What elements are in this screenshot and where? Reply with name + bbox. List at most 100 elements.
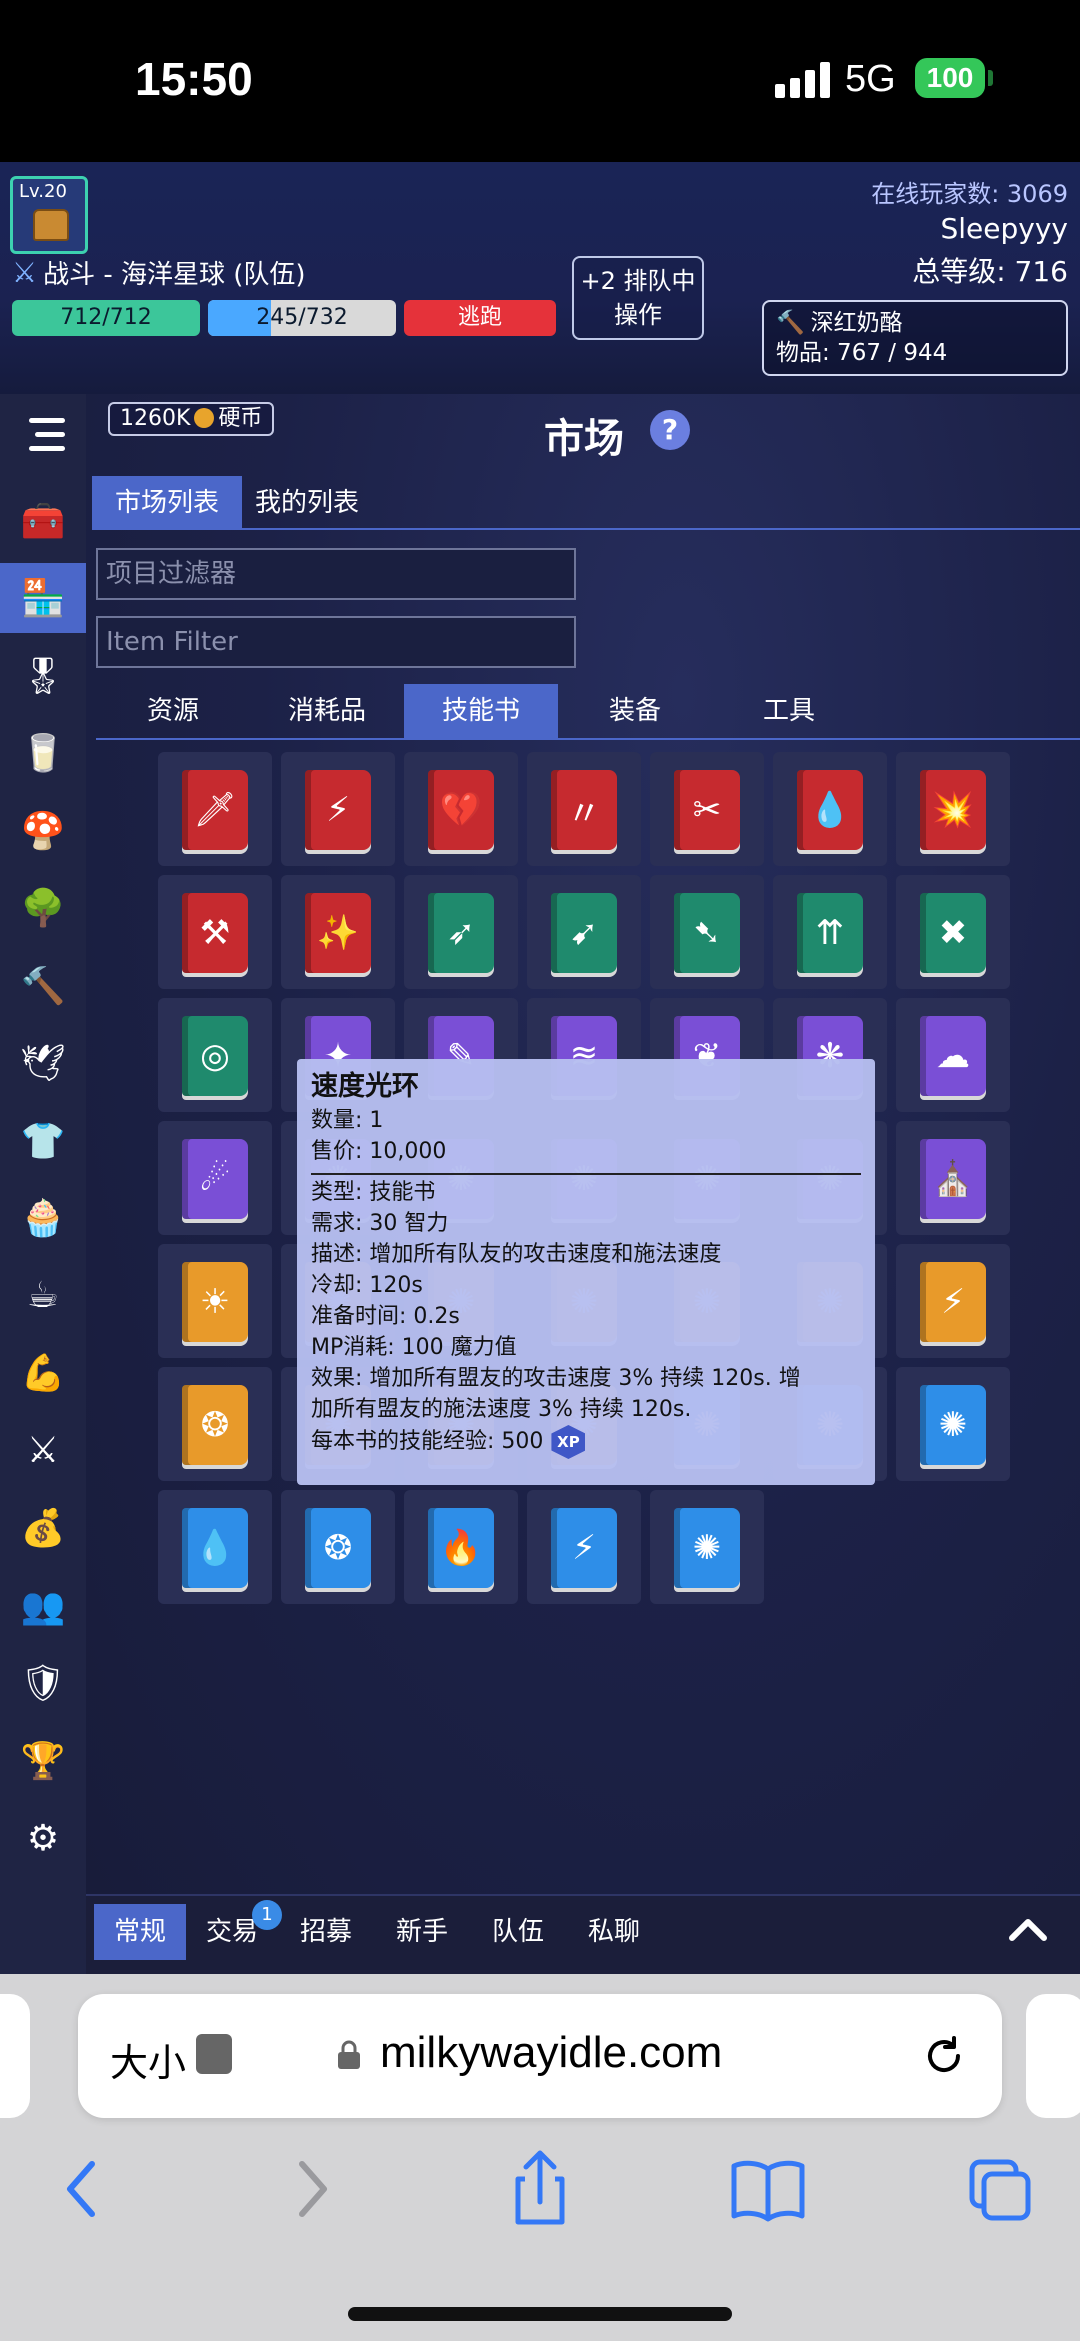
market-item-cell[interactable]: ☀ — [158, 1244, 272, 1358]
url-text[interactable]: milkywayidle.com — [380, 2028, 722, 2078]
arm-icon: 💪 — [20, 1353, 66, 1394]
forward-icon[interactable] — [262, 2134, 362, 2244]
sidebar-item-foraging[interactable]: 🍄 — [0, 796, 86, 866]
ability-book-icon: ⚡ — [551, 1508, 617, 1588]
tab-consumables[interactable]: 消耗品 — [250, 684, 404, 738]
sidebar-item-settings[interactable]: ⚙ — [0, 1803, 86, 1873]
share-icon[interactable] — [490, 2134, 590, 2244]
market-item-cell[interactable]: ✨ — [281, 875, 395, 989]
market-item-cell[interactable]: ☄ — [158, 1121, 272, 1235]
ability-book-icon: 💧 — [797, 770, 863, 850]
character-avatar[interactable]: Lv.20 — [10, 176, 88, 254]
sidebar-item-crafting[interactable]: 🕊 — [0, 1028, 86, 1098]
sidebar-item-tasks[interactable]: 🎖 — [0, 641, 86, 711]
coin-icon — [194, 407, 215, 428]
reload-icon[interactable] — [920, 2032, 968, 2080]
market-item-cell[interactable]: 💥 — [896, 752, 1010, 866]
tabs-icon[interactable] — [950, 2134, 1050, 2244]
chat-tab-general[interactable]: 常规 — [94, 1904, 186, 1960]
current-item-box[interactable]: 🔨 深红奶酪 物品: 767 / 944 — [762, 300, 1068, 376]
help-icon[interactable]: ? — [650, 410, 690, 450]
chevron-up-icon[interactable] — [1006, 1908, 1050, 1952]
sidebar-item-cooking[interactable]: 🧁 — [0, 1183, 86, 1253]
market-item-cell[interactable]: ✺ — [896, 1367, 1010, 1481]
sidebar-item-cheesesmithing[interactable]: 🔨 — [0, 951, 86, 1021]
sidebar-item-inventory[interactable]: 🧰 — [0, 486, 86, 556]
market-item-cell[interactable]: ➹ — [527, 875, 641, 989]
market-item-cell[interactable]: 💔 — [404, 752, 518, 866]
ability-book-icon: ✺ — [674, 1508, 740, 1588]
market-item-cell[interactable]: ✂ — [650, 752, 764, 866]
tab-equipment[interactable]: 装备 — [558, 684, 712, 738]
browser-nav — [0, 2134, 1080, 2274]
flee-button[interactable]: 逃跑 — [404, 300, 556, 336]
hp-bar: 712/712 — [12, 300, 200, 336]
chat-tab-recruit[interactable]: 招募 — [286, 1904, 366, 1960]
market-item-cell[interactable]: ✺ — [650, 1490, 764, 1604]
item-filter-cn[interactable]: 项目过滤器 — [96, 548, 576, 600]
milk-icon: 🥛 — [20, 733, 66, 774]
level-label: Lv.20 — [19, 181, 67, 202]
sidebar-item-social[interactable]: 👥 — [0, 1571, 86, 1641]
chat-tab-beginner[interactable]: 新手 — [382, 1904, 462, 1960]
market-item-cell[interactable]: 💧 — [773, 752, 887, 866]
market-item-cell[interactable]: 💧 — [158, 1490, 272, 1604]
mp-bar: 245/732 — [208, 300, 396, 336]
bookmarks-icon[interactable] — [718, 2134, 818, 2244]
tab-ability-books[interactable]: 技能书 — [404, 684, 558, 738]
ability-book-icon: 💔 — [428, 770, 494, 850]
chat-tabs: 常规 交易 1 招募 新手 队伍 私聊 — [86, 1894, 1080, 1974]
tab-tools[interactable]: 工具 — [712, 684, 866, 738]
next-tab-card[interactable] — [1026, 1994, 1080, 2118]
tea-icon: ☕ — [26, 1275, 60, 1316]
current-action-label: 战斗 - 海洋星球 (队伍) — [43, 260, 306, 290]
queue-button[interactable]: +2 排队中 操作 — [572, 256, 704, 340]
tooltip-effect-2: 加所有盟友的施法速度 3% 持续 120s. — [311, 1397, 692, 1422]
market-item-cell[interactable]: ✖ — [896, 875, 1010, 989]
chat-tab-party[interactable]: 队伍 — [478, 1904, 558, 1960]
sidebar-item-marketplace[interactable]: 🏪 — [0, 563, 86, 633]
market-item-cell[interactable]: ⚒ — [158, 875, 272, 989]
tooltip-type: 类型: 技能书 — [311, 1180, 436, 1205]
sidebar-item-brewing[interactable]: ☕ — [0, 1261, 86, 1331]
market-item-cell[interactable]: ❂ — [158, 1367, 272, 1481]
sidebar-item-shop[interactable]: 💰 — [0, 1493, 86, 1563]
market-item-cell[interactable]: ⇈ — [773, 875, 887, 989]
market-item-cell[interactable]: ⚡ — [896, 1244, 1010, 1358]
current-action[interactable]: ⚔ 战斗 - 海洋星球 (队伍) — [12, 254, 306, 291]
market-item-cell[interactable]: ☁ — [896, 998, 1010, 1112]
market-item-cell[interactable]: ➷ — [650, 875, 764, 989]
market-item-cell[interactable]: ⚡ — [281, 752, 395, 866]
sidebar-item-enhancing[interactable]: 💪 — [0, 1338, 86, 1408]
market-item-cell[interactable]: 〃 — [527, 752, 641, 866]
sidebar-item-leaderboard[interactable]: 🏆 — [0, 1726, 86, 1796]
market-item-cell[interactable]: ⚡ — [527, 1490, 641, 1604]
sidebar-item-menu[interactable] — [0, 400, 86, 470]
game-header: Lv.20 ⚔ 战斗 - 海洋星球 (队伍) 712/712 245/732 逃… — [0, 162, 1080, 394]
tab-my-listings[interactable]: 我的列表 — [242, 476, 372, 530]
tab-resources[interactable]: 资源 — [96, 684, 250, 738]
extension-icon[interactable] — [196, 2034, 232, 2074]
market-item-cell[interactable]: ◎ — [158, 998, 272, 1112]
page-size-button[interactable]: 大小 — [110, 2032, 186, 2087]
chat-tab-whisper[interactable]: 私聊 — [574, 1904, 654, 1960]
sidebar-item-guild[interactable]: 🛡 — [0, 1648, 86, 1718]
tab-market-listings[interactable]: 市场列表 — [92, 476, 242, 530]
chat-tab-trade[interactable]: 交易 1 — [192, 1900, 282, 1960]
sidebar-item-tailoring[interactable]: 👕 — [0, 1106, 86, 1176]
market-item-cell[interactable]: ➶ — [404, 875, 518, 989]
sidebar-item-woodcutting[interactable]: 🌳 — [0, 873, 86, 943]
ability-book-icon: ◎ — [182, 1016, 248, 1096]
sidebar-item-combat[interactable]: ⚔ — [0, 1416, 86, 1486]
prev-tab-card[interactable] — [0, 1994, 30, 2118]
address-bar[interactable]: 大小 milkywayidle.com — [78, 1994, 1002, 2118]
sidebar-item-milking[interactable]: 🥛 — [0, 718, 86, 788]
home-indicator — [348, 2307, 732, 2321]
market-item-cell[interactable]: ❂ — [281, 1490, 395, 1604]
item-filter-en[interactable]: Item Filter — [96, 616, 576, 668]
username[interactable]: Sleepyyy — [941, 212, 1069, 245]
market-item-cell[interactable]: ⛪ — [896, 1121, 1010, 1235]
back-icon[interactable] — [30, 2134, 130, 2244]
market-item-cell[interactable]: 🔥 — [404, 1490, 518, 1604]
market-item-cell[interactable]: 🗡 — [158, 752, 272, 866]
